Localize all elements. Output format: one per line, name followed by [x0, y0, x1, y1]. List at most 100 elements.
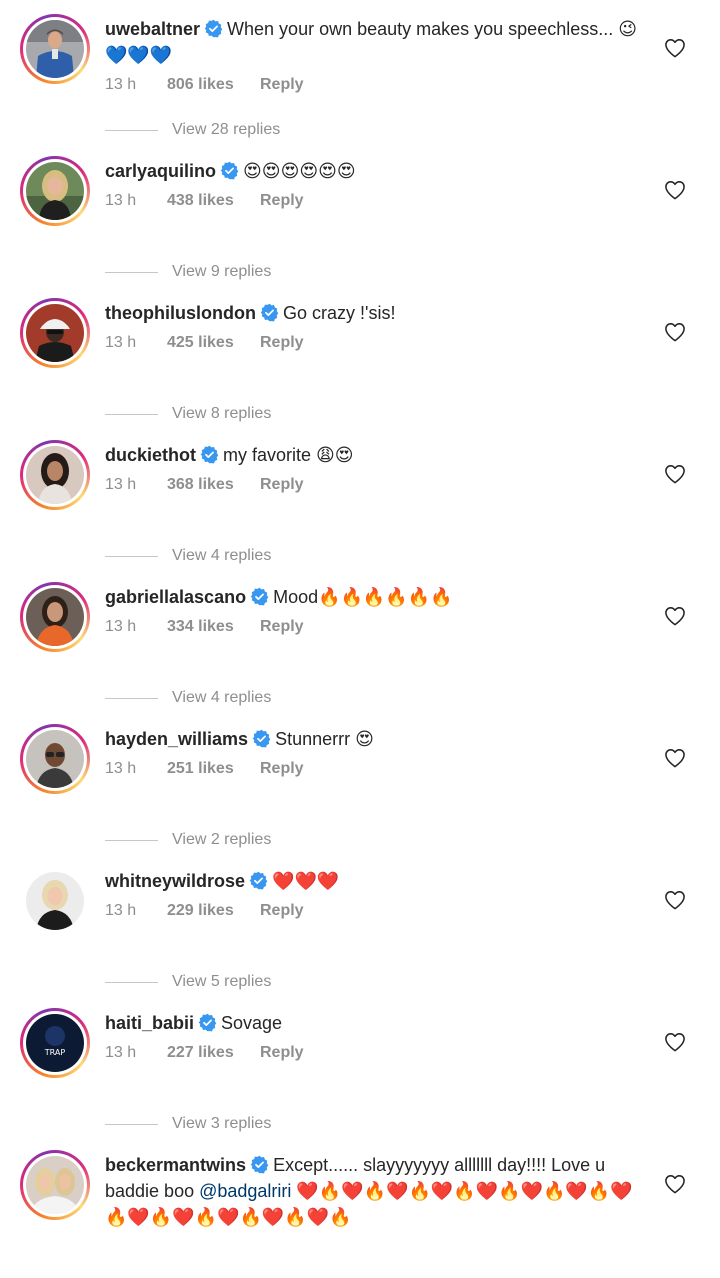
verified-badge-icon	[198, 1013, 217, 1032]
comment-meta: 13 h 227 likes Reply	[105, 1042, 645, 1064]
comment-item: carlyaquilino 😍😍😍😍😍😍 13 h 438 likes Reply Vie…	[0, 142, 720, 284]
comment-time: 13 h	[105, 902, 137, 919]
avatar-story-ring[interactable]	[20, 14, 90, 84]
avatar-story-ring[interactable]: TRAP	[20, 1008, 90, 1078]
view-replies-label: View 4 replies	[172, 689, 272, 706]
verified-badge-icon	[250, 587, 269, 606]
heart-outline-icon[interactable]	[664, 890, 686, 910]
reply-button[interactable]: Reply	[260, 74, 304, 96]
comment-text: Stunnerrr 😍	[275, 729, 374, 749]
reply-button[interactable]: Reply	[260, 190, 304, 212]
comment-time: 13 h	[105, 760, 137, 777]
username-link[interactable]: duckiethot	[105, 445, 196, 465]
view-replies-button[interactable]: View 28 replies	[105, 120, 405, 140]
view-replies-button[interactable]: View 3 replies	[105, 1114, 405, 1134]
username-link[interactable]: carlyaquilino	[105, 161, 216, 181]
likes-count-link[interactable]: 251 likes	[167, 758, 234, 780]
view-replies-button[interactable]: View 5 replies	[105, 972, 405, 992]
replies-divider	[105, 414, 158, 415]
avatar-story-ring[interactable]	[20, 582, 90, 652]
avatar-story-ring[interactable]	[20, 440, 90, 510]
view-replies-label: View 3 replies	[172, 1115, 272, 1132]
view-replies-button[interactable]: View 2 replies	[105, 830, 405, 850]
comment-item: hayden_williams Stunnerrr 😍 13 h 251 likes R…	[0, 710, 720, 852]
comment-line: uwebaltner When your own beauty makes you…	[105, 16, 645, 68]
comment-body: theophiluslondon Go crazy !'sis! 13 h 425 l…	[105, 300, 645, 354]
reply-button[interactable]: Reply	[260, 900, 304, 922]
verified-badge-icon	[204, 19, 223, 38]
replies-divider	[105, 272, 158, 273]
username-link[interactable]: haiti_babii	[105, 1013, 194, 1033]
reply-button[interactable]: Reply	[260, 1042, 304, 1064]
reply-button[interactable]: Reply	[260, 758, 304, 780]
username-link[interactable]: whitneywildrose	[105, 871, 245, 891]
username-link[interactable]: beckermantwins	[105, 1155, 246, 1175]
avatar[interactable]	[20, 866, 90, 936]
comment-line: beckermantwins Except...... slayyyyyyy al…	[105, 1152, 645, 1230]
heart-outline-icon[interactable]	[664, 180, 686, 200]
comment-text: Go crazy !'sis!	[282, 303, 396, 323]
likes-count-link[interactable]: 227 likes	[167, 1042, 234, 1064]
mention-link[interactable]: @badgalriri	[199, 1181, 291, 1201]
comment-line: haiti_babii Sovage	[105, 1010, 645, 1036]
comment-meta: 13 h 229 likes Reply	[105, 900, 645, 922]
comment-body: haiti_babii Sovage 13 h 227 likes Reply	[105, 1010, 645, 1064]
avatar-frame	[23, 301, 87, 365]
avatar-story-ring[interactable]	[20, 156, 90, 226]
heart-outline-icon[interactable]	[664, 38, 686, 58]
username-link[interactable]: gabriellalascano	[105, 587, 246, 607]
comment-body: duckiethot my favorite 😩😍 13 h 368 likes Rep…	[105, 442, 645, 496]
likes-count-link[interactable]: 368 likes	[167, 474, 234, 496]
likes-count-link[interactable]: 438 likes	[167, 190, 234, 212]
username-link[interactable]: hayden_williams	[105, 729, 248, 749]
verified-badge-icon	[200, 445, 219, 464]
avatar-image	[26, 304, 84, 362]
view-replies-button[interactable]: View 8 replies	[105, 404, 405, 424]
heart-outline-icon[interactable]	[664, 1174, 686, 1194]
avatar-image	[26, 872, 84, 930]
view-replies-button[interactable]: View 9 replies	[105, 262, 405, 282]
comment-body: carlyaquilino 😍😍😍😍😍😍 13 h 438 likes Reply	[105, 158, 645, 212]
likes-count-link[interactable]: 334 likes	[167, 616, 234, 638]
heart-outline-icon[interactable]	[664, 1032, 686, 1052]
comment-item: uwebaltner When your own beauty makes you…	[0, 0, 720, 142]
replies-divider	[105, 556, 158, 557]
comment-line: whitneywildrose ❤️❤️❤️	[105, 868, 645, 894]
heart-outline-icon[interactable]	[664, 464, 686, 484]
heart-outline-icon[interactable]	[664, 748, 686, 768]
comment-text: 😍😍😍😍😍😍	[243, 161, 356, 181]
comment-text: Sovage	[221, 1013, 283, 1033]
avatar-image	[26, 446, 84, 504]
avatar-story-ring[interactable]	[20, 724, 90, 794]
verified-badge-icon	[252, 729, 271, 748]
comment-body: beckermantwins Except...... slayyyyyyy al…	[105, 1152, 645, 1230]
likes-count-link[interactable]: 425 likes	[167, 332, 234, 354]
view-replies-button[interactable]: View 4 replies	[105, 688, 405, 708]
comment-meta: 13 h 368 likes Reply	[105, 474, 645, 496]
username-link[interactable]: theophiluslondon	[105, 303, 256, 323]
likes-count-link[interactable]: 806 likes	[167, 74, 234, 96]
comment-item: whitneywildrose ❤️❤️❤️ 13 h 229 likes Reply V…	[0, 852, 720, 994]
comment-item: gabriellalascano Mood🔥🔥🔥🔥🔥🔥 13 h 334 likes R…	[0, 568, 720, 710]
avatar-story-ring[interactable]	[20, 298, 90, 368]
avatar-story-ring[interactable]	[20, 1150, 90, 1220]
comment-item: theophiluslondon Go crazy !'sis! 13 h 425 l…	[0, 284, 720, 426]
replies-divider	[105, 982, 158, 983]
likes-count-link[interactable]: 229 likes	[167, 900, 234, 922]
reply-button[interactable]: Reply	[260, 616, 304, 638]
replies-divider	[105, 130, 158, 131]
reply-button[interactable]: Reply	[260, 474, 304, 496]
avatar-image	[26, 588, 84, 646]
comment-line: theophiluslondon Go crazy !'sis!	[105, 300, 645, 326]
comment-item: TRAP haiti_babii Sovage 13 h 227 likes Reply V…	[0, 994, 720, 1136]
username-link[interactable]: uwebaltner	[105, 19, 200, 39]
verified-badge-icon	[250, 1155, 269, 1174]
reply-button[interactable]: Reply	[260, 332, 304, 354]
comment-line: duckiethot my favorite 😩😍	[105, 442, 645, 468]
view-replies-button[interactable]: View 4 replies	[105, 546, 405, 566]
heart-outline-icon[interactable]	[664, 322, 686, 342]
verified-badge-icon	[249, 871, 268, 890]
heart-outline-icon[interactable]	[664, 606, 686, 626]
comment-time: 13 h	[105, 192, 137, 209]
svg-text:TRAP: TRAP	[44, 1048, 66, 1057]
